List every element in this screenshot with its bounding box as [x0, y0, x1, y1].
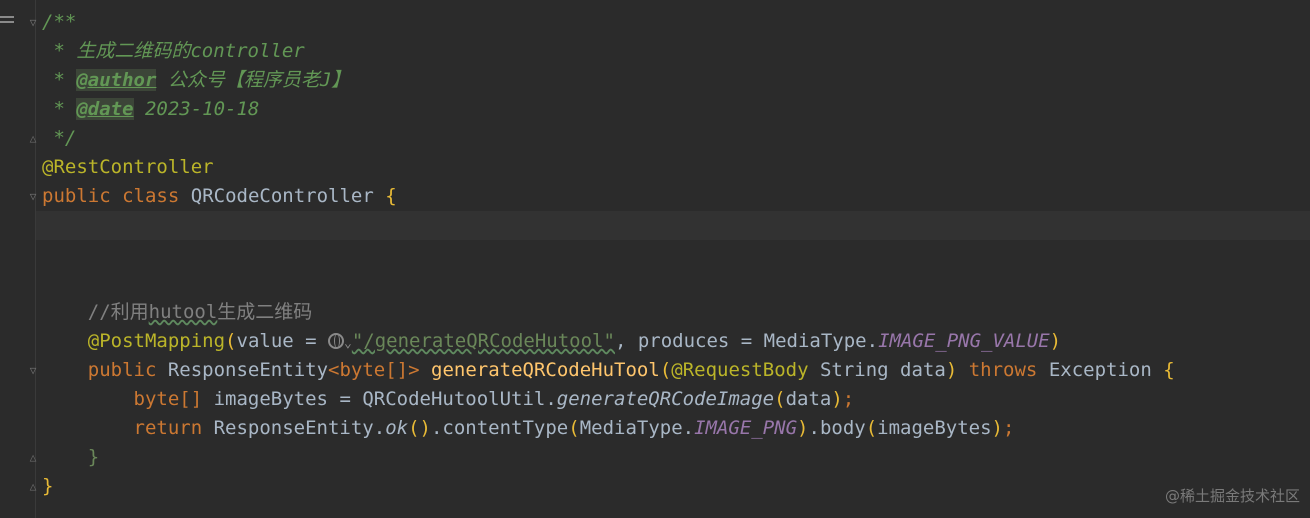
annotation: @RestController: [42, 156, 214, 178]
paren: (: [568, 417, 580, 439]
constant: IMAGE_PNG_VALUE: [878, 330, 1050, 352]
paren: (): [408, 417, 431, 439]
keyword: public: [87, 359, 157, 381]
semicolon: ;: [842, 388, 855, 410]
code-line: */: [42, 124, 1310, 153]
brace: {: [1163, 359, 1175, 381]
code-text: .contentType: [430, 417, 569, 439]
paren: ): [797, 417, 809, 439]
fold-icon[interactable]: ▽: [27, 190, 39, 203]
bracket: >: [408, 359, 420, 381]
javadoc-text: 2023-10-18: [133, 98, 260, 120]
paren: ): [1049, 330, 1062, 352]
code-line: return ResponseEntity.ok().contentType(M…: [42, 414, 1310, 443]
javadoc-prefix: *: [42, 69, 77, 91]
editor-gutter: [0, 0, 36, 518]
javadoc-tag: @date: [76, 98, 134, 120]
javadoc-tag: @author: [76, 69, 157, 91]
code-line: public ResponseEntity<byte[]> generateQR…: [42, 356, 1310, 385]
code-line: }: [42, 443, 1310, 472]
chevron-down-icon[interactable]: ⌄: [344, 336, 352, 351]
code-line: byte[] imageBytes = QRCodeHutoolUtil.gen…: [42, 385, 1310, 414]
annotation: @PostMapping: [87, 330, 226, 352]
fold-icon[interactable]: △: [27, 451, 39, 464]
keyword: throws: [968, 359, 1038, 381]
code-line: @RestController: [42, 153, 1310, 182]
class-name: QRCodeController: [190, 185, 374, 207]
gutter-divider: [35, 0, 36, 518]
paren: (: [659, 359, 672, 381]
code-line: public class QRCodeController {: [42, 182, 1310, 211]
javadoc-text: 公众号【程序员老J】: [156, 69, 351, 91]
javadoc-close: */: [42, 127, 77, 149]
paren: ): [945, 359, 958, 381]
annotation: @RequestBody: [671, 359, 809, 381]
javadoc-prefix: *: [42, 98, 77, 120]
code-text: ResponseEntity.: [202, 417, 386, 439]
param: String data: [808, 359, 946, 381]
paren: ): [831, 388, 843, 410]
paren: (: [865, 417, 878, 439]
comment: hutool: [148, 301, 218, 323]
code-line: //利用hutool生成二维码: [42, 298, 1310, 327]
code-line: @PostMapping(value = ⌄"/generateQRCodeHu…: [42, 327, 1310, 356]
bracket: []: [179, 388, 203, 410]
fold-icon[interactable]: ▽: [27, 16, 39, 29]
fold-icon[interactable]: ▽: [27, 364, 39, 377]
method-name: generateQRCodeHuTool: [431, 359, 660, 381]
code-text: imageBytes: [877, 417, 992, 439]
brace: }: [42, 475, 54, 497]
javadoc-open: /**: [42, 11, 77, 33]
keyword: class: [122, 185, 180, 207]
javadoc-prefix: *: [42, 40, 77, 62]
type-name: ResponseEntity: [167, 359, 329, 381]
keyword: public: [42, 185, 111, 207]
code-line: * @author 公众号【程序员老J】: [42, 66, 1310, 95]
string-literal: "/generateQRCodeHutool": [351, 330, 615, 352]
paren: (: [774, 388, 786, 410]
keyword: byte: [339, 359, 386, 381]
comment: 生成二维码: [217, 301, 313, 323]
globe-icon[interactable]: [328, 333, 345, 349]
code-text: data: [785, 388, 832, 410]
method-call: ok: [385, 417, 409, 439]
javadoc-text: 生成二维码的controller: [76, 40, 305, 62]
constant: IMAGE_PNG: [694, 417, 798, 439]
bracket: []: [385, 359, 409, 381]
keyword: return: [133, 417, 203, 439]
code-line: }: [42, 472, 1310, 501]
code-line: /**: [42, 8, 1310, 37]
fold-icon[interactable]: △: [27, 132, 39, 145]
type-name: Exception: [1048, 359, 1152, 381]
code-text: , produces = MediaType.: [614, 330, 879, 352]
paren: ): [991, 417, 1003, 439]
keyword: byte: [133, 388, 180, 410]
menu-icon[interactable]: [0, 16, 14, 28]
code-text: MediaType.: [579, 417, 695, 439]
code-text: .body: [808, 417, 866, 439]
fold-icon[interactable]: △: [27, 480, 39, 493]
code-line: * @date 2023-10-18: [42, 95, 1310, 124]
comment: //利用: [87, 301, 149, 323]
watermark: @稀土掘金技术社区: [1164, 487, 1300, 505]
code-line: * 生成二维码的controller: [42, 37, 1310, 66]
method-call: generateQRCodeImage: [556, 388, 775, 410]
code-line-current: [36, 211, 1310, 240]
semicolon: ;: [1003, 417, 1015, 439]
bracket: <: [328, 359, 340, 381]
code-text: value =: [236, 330, 329, 352]
paren: (: [225, 330, 237, 352]
code-text: imageBytes = QRCodeHutoolUtil.: [202, 388, 557, 410]
code-editor[interactable]: /** * 生成二维码的controller * @author 公众号【程序员…: [36, 8, 1310, 501]
brace: {: [385, 185, 397, 207]
brace: }: [87, 446, 100, 468]
